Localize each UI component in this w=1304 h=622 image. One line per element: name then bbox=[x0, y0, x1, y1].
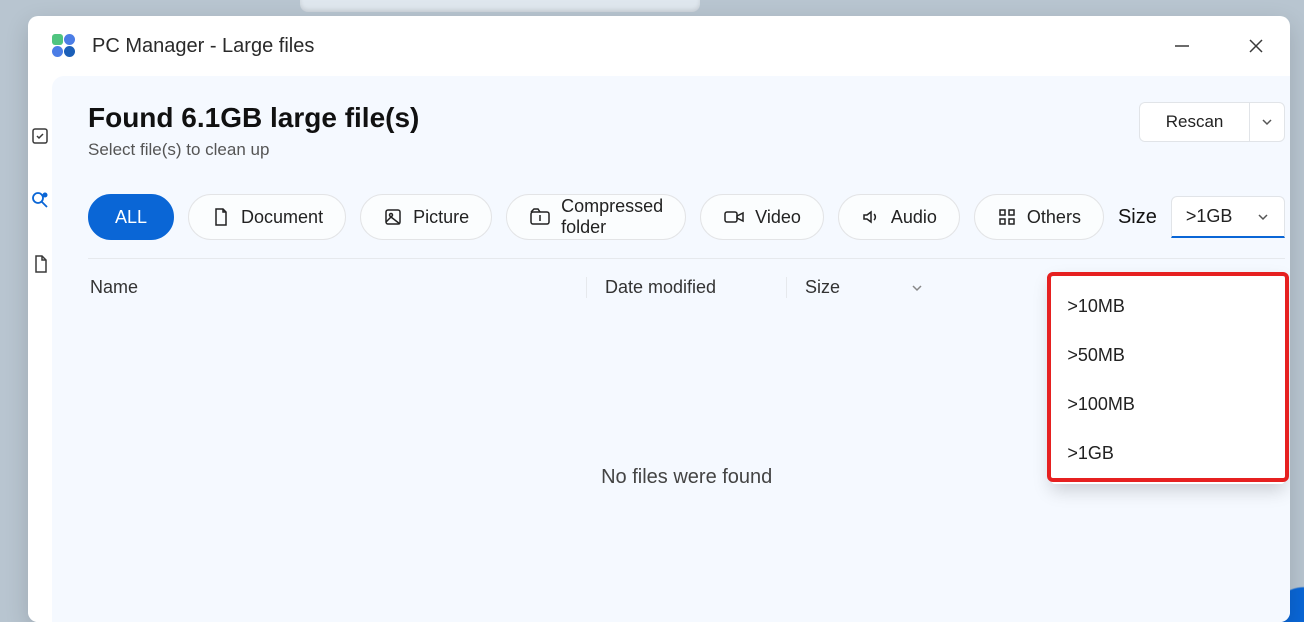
size-selected-value: >1GB bbox=[1186, 206, 1233, 227]
filter-all-label: ALL bbox=[115, 207, 147, 228]
sidebar-item-cleanup[interactable] bbox=[28, 124, 52, 148]
size-dropdown-menu: >10MB >50MB >100MB >1GB bbox=[1051, 276, 1285, 484]
filter-audio[interactable]: Audio bbox=[838, 194, 960, 240]
window-title: PC Manager - Large files bbox=[92, 35, 314, 58]
filter-video-label: Video bbox=[755, 207, 801, 228]
filter-others-label: Others bbox=[1027, 207, 1081, 228]
size-option-1gb[interactable]: >1GB bbox=[1051, 429, 1285, 478]
grid-icon bbox=[997, 207, 1017, 227]
chevron-down-icon bbox=[1256, 210, 1270, 224]
app-logo-icon bbox=[52, 34, 76, 58]
document-icon bbox=[211, 207, 231, 227]
filter-document-label: Document bbox=[241, 207, 323, 228]
video-icon bbox=[723, 207, 745, 227]
sidebar bbox=[28, 76, 52, 622]
close-button[interactable] bbox=[1236, 26, 1276, 66]
column-header-size[interactable]: Size bbox=[786, 277, 946, 298]
compressed-icon bbox=[529, 207, 551, 227]
filter-compressed-label: Compressed folder bbox=[561, 196, 663, 238]
column-header-date[interactable]: Date modified bbox=[586, 277, 786, 298]
rescan-dropdown-button[interactable] bbox=[1249, 102, 1285, 142]
size-option-50mb[interactable]: >50MB bbox=[1051, 331, 1285, 380]
filter-picture[interactable]: Picture bbox=[360, 194, 492, 240]
filter-all[interactable]: ALL bbox=[88, 194, 174, 240]
filter-audio-label: Audio bbox=[891, 207, 937, 228]
chevron-down-icon bbox=[910, 281, 924, 295]
audio-icon bbox=[861, 207, 881, 227]
filter-others[interactable]: Others bbox=[974, 194, 1104, 240]
filter-document[interactable]: Document bbox=[188, 194, 346, 240]
picture-icon bbox=[383, 207, 403, 227]
filter-picture-label: Picture bbox=[413, 207, 469, 228]
minimize-button[interactable] bbox=[1162, 26, 1202, 66]
filter-row: ALL Document Picture bbox=[88, 194, 1285, 240]
sidebar-item-search[interactable] bbox=[28, 188, 52, 212]
sidebar-item-files[interactable] bbox=[28, 252, 52, 276]
size-option-100mb[interactable]: >100MB bbox=[1051, 380, 1285, 429]
size-filter-label: Size bbox=[1118, 206, 1157, 229]
page-subtitle: Select file(s) to clean up bbox=[88, 140, 419, 160]
page-title: Found 6.1GB large file(s) bbox=[88, 102, 419, 134]
titlebar: PC Manager - Large files bbox=[28, 16, 1290, 76]
rescan-group: Rescan bbox=[1139, 102, 1286, 142]
size-option-10mb[interactable]: >10MB bbox=[1051, 282, 1285, 331]
window-controls bbox=[1162, 26, 1276, 66]
filter-compressed[interactable]: Compressed folder bbox=[506, 194, 686, 240]
size-filter-select[interactable]: >1GB bbox=[1171, 196, 1286, 238]
background-tab bbox=[300, 0, 700, 12]
app-window: PC Manager - Large files F bbox=[28, 16, 1290, 622]
main-panel: Found 6.1GB large file(s) Select file(s)… bbox=[52, 76, 1290, 622]
column-header-name[interactable]: Name bbox=[88, 277, 586, 298]
rescan-button[interactable]: Rescan bbox=[1139, 102, 1250, 142]
filter-video[interactable]: Video bbox=[700, 194, 824, 240]
